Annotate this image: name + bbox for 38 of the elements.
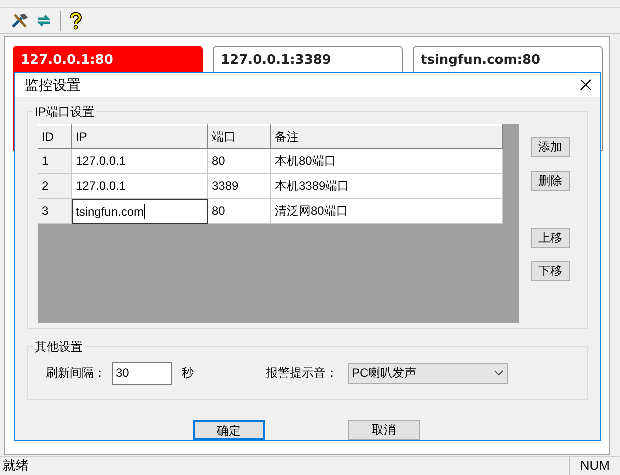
side-button[interactable]: 删除 <box>531 171 570 191</box>
row-header: 3 <box>38 199 72 224</box>
table-cell: 清泛网80端口 <box>271 199 503 224</box>
status-text: 就绪 <box>2 457 29 475</box>
table-cell: 本机80端口 <box>271 149 503 174</box>
side-button[interactable]: 上移 <box>531 228 570 248</box>
tools-icon[interactable] <box>10 12 30 30</box>
column-header: 端口 <box>208 124 271 149</box>
num-lock-indicator: NUM <box>569 456 620 475</box>
table-cell: 80 <box>208 199 271 224</box>
cell-input-field[interactable]: tsingfun.com <box>72 199 208 224</box>
help-icon[interactable] <box>69 12 83 30</box>
table-cell: 127.0.0.1 <box>72 149 208 174</box>
dialog-button[interactable]: 确定 <box>193 420 265 440</box>
table-cell: 127.0.0.1 <box>72 174 208 199</box>
table-cell: 3389 <box>208 174 271 199</box>
chevron-icon <box>494 370 504 376</box>
group-title: 其他设置 <box>33 338 85 356</box>
table-cell: 80 <box>208 149 271 174</box>
dialog-button[interactable]: 取消 <box>348 420 420 440</box>
side-button[interactable]: 添加 <box>531 137 570 157</box>
sound-dropdown[interactable]: PC喇叭发声 <box>348 362 508 384</box>
row-header: 1 <box>38 149 72 174</box>
column-header: IP <box>72 124 208 149</box>
refresh-icon[interactable] <box>36 12 52 28</box>
dialog-title: 监控设置 <box>25 76 81 94</box>
field-label: 刷新间隔： <box>46 365 106 382</box>
column-header: 备注 <box>271 124 503 149</box>
table-row[interactable]: 1 127.0.0.1 80 本机80端口 <box>38 149 519 174</box>
close-icon[interactable] <box>580 79 592 91</box>
table-row[interactable]: 2 127.0.0.1 3389 本机3389端口 <box>38 174 519 199</box>
row-header: 2 <box>38 174 72 199</box>
field-label: 报警提示音： <box>266 365 338 382</box>
side-button[interactable]: 下移 <box>531 261 570 281</box>
unit-label: 秒 <box>182 365 194 382</box>
column-header: ID <box>38 124 72 149</box>
interval-input[interactable]: 30 <box>112 362 172 384</box>
table-cell: 本机3389端口 <box>271 174 503 199</box>
